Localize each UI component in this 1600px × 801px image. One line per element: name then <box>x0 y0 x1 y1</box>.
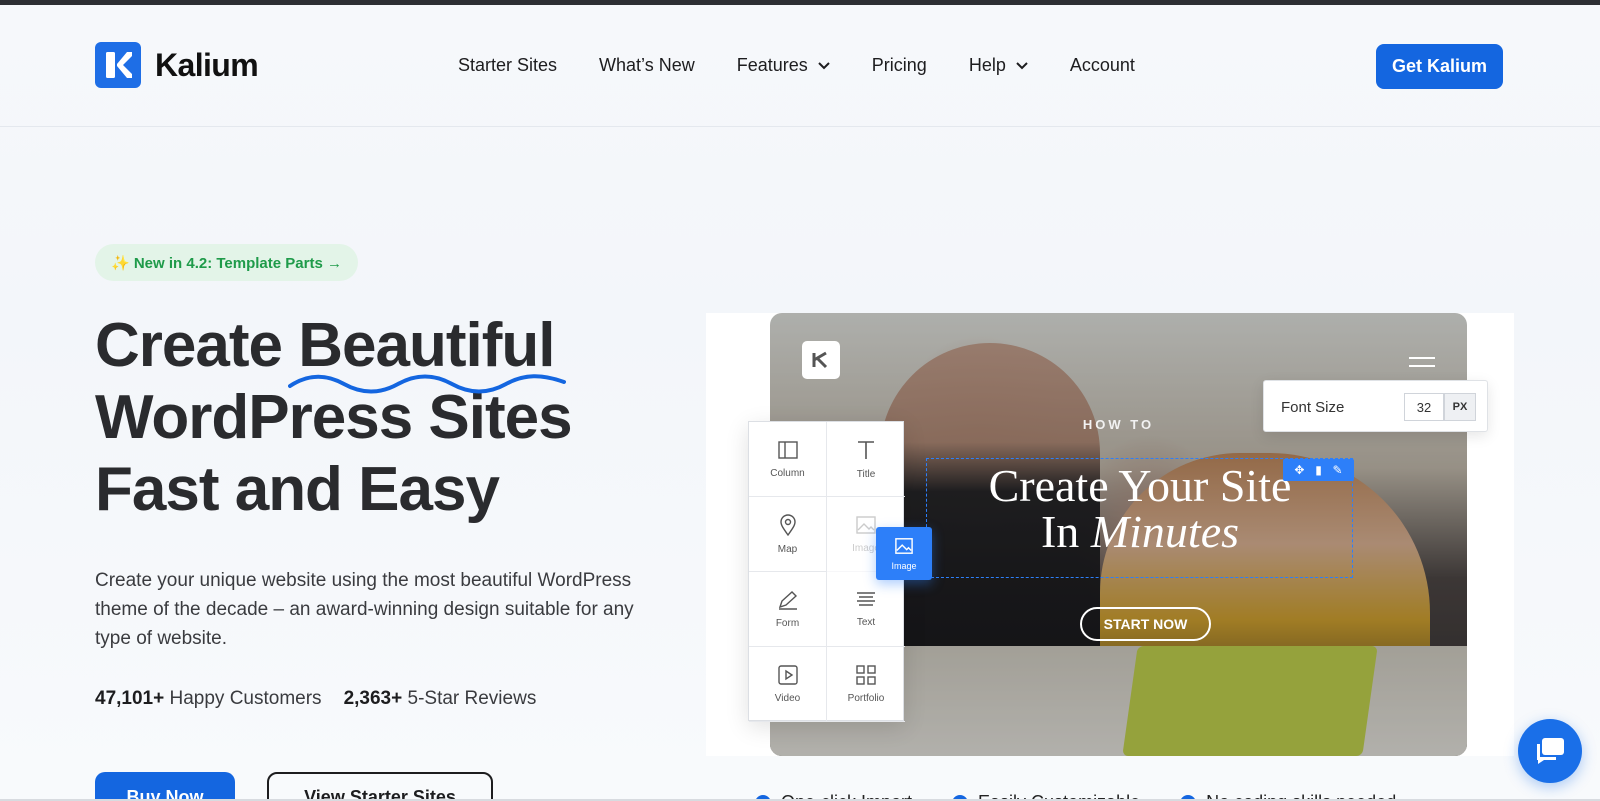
widget-label: Text <box>856 616 876 628</box>
form-icon <box>778 590 797 610</box>
nav-item-starter-sites[interactable]: Starter Sites <box>458 55 557 76</box>
widget-label: Map <box>777 543 798 555</box>
video-icon <box>777 664 798 685</box>
brand-logo[interactable]: Kalium <box>95 42 259 88</box>
stat-value: 47,101+ <box>95 688 165 709</box>
text-icon <box>857 591 875 606</box>
nav-item-help[interactable]: Help <box>969 55 1028 76</box>
nav-label: Features <box>736 55 808 75</box>
portfolio-icon <box>856 664 876 685</box>
map-pin-icon <box>779 513 796 536</box>
widget-column[interactable]: Column <box>749 422 827 497</box>
squiggle-underline-icon <box>288 374 566 394</box>
hero-title: Create Beautiful WordPress Sites Fast an… <box>95 310 615 526</box>
font-size-unit[interactable]: PX <box>1444 393 1476 421</box>
mockup-logo-icon <box>802 341 840 379</box>
font-size-panel: Font Size PX <box>1263 380 1488 432</box>
widget-map[interactable]: Map <box>749 497 827 572</box>
nav-label: Help <box>968 55 1006 75</box>
widget-text[interactable]: Text <box>827 572 905 647</box>
kalium-logo-icon <box>95 42 141 88</box>
widget-label: Portfolio <box>847 692 885 704</box>
chat-button[interactable] <box>1518 719 1582 783</box>
nav-label: Pricing <box>871 55 927 75</box>
title-icon <box>858 440 874 459</box>
hero-title-line: Fast and Easy <box>95 455 500 524</box>
buy-now-button[interactable]: Buy Now <box>95 772 235 801</box>
move-icon[interactable]: ✥ <box>1294 463 1304 477</box>
stat-reviews: 2,363+ 5-Star Reviews <box>344 688 537 710</box>
widget-portfolio[interactable]: Portfolio <box>827 647 905 722</box>
site-header: Kalium Starter Sites What’s New Features… <box>0 5 1600 127</box>
nav-item-features[interactable]: Features <box>737 55 830 76</box>
edit-pencil-icon[interactable]: ✎ <box>1333 463 1343 477</box>
widget-form[interactable]: Form <box>749 572 827 647</box>
stat-customers: 47,101+ Happy Customers <box>95 688 322 710</box>
drag-chip-label: Image <box>891 560 917 571</box>
chevron-down-icon <box>818 61 830 69</box>
dragging-image-widget[interactable]: Image <box>876 527 932 580</box>
image-icon <box>856 515 876 534</box>
get-kalium-button[interactable]: Get Kalium <box>1376 44 1503 89</box>
widget-video[interactable]: Video <box>749 647 827 722</box>
widget-label: Column <box>770 467 805 479</box>
widget-label: Form <box>775 617 800 629</box>
widget-label: Title <box>856 468 876 480</box>
font-size-label: Font Size <box>1281 399 1345 416</box>
hero-description: Create your unique website using the mos… <box>95 570 634 649</box>
nav-label: Starter Sites <box>458 55 558 75</box>
hamburger-menu-icon <box>1409 357 1435 373</box>
column-icon <box>777 440 798 459</box>
start-now-button[interactable]: START NOW <box>1080 607 1211 641</box>
chevron-down-icon <box>1016 61 1028 69</box>
stat-label: Happy Customers <box>169 688 322 709</box>
nav-item-account[interactable]: Account <box>1070 55 1135 76</box>
duplicate-icon[interactable]: ▮ <box>1315 463 1322 477</box>
hero-stats: 47,101+ Happy Customers 2,363+ 5-Star Re… <box>95 688 536 710</box>
view-starter-sites-button[interactable]: View Starter Sites <box>267 772 493 801</box>
main-nav: Starter Sites What’s New Features Pricin… <box>458 55 1177 76</box>
nav-item-pricing[interactable]: Pricing <box>872 55 927 76</box>
nav-label: Account <box>1069 55 1135 75</box>
stat-label: 5-Star Reviews <box>407 688 537 709</box>
stat-value: 2,363+ <box>343 688 403 709</box>
nav-item-whats-new[interactable]: What’s New <box>599 55 695 76</box>
widget-label: Video <box>774 692 801 704</box>
widget-title[interactable]: Title <box>827 422 905 497</box>
chat-bubble-icon <box>1537 738 1564 764</box>
nav-label: What’s New <box>599 55 695 75</box>
image-icon <box>895 537 913 554</box>
new-version-badge[interactable]: ✨ New in 4.2: Template Parts → <box>95 244 358 281</box>
brand-name: Kalium <box>155 46 259 83</box>
font-size-input[interactable] <box>1404 393 1444 421</box>
selection-toolbar: ✥ ▮ ✎ <box>1283 459 1354 481</box>
